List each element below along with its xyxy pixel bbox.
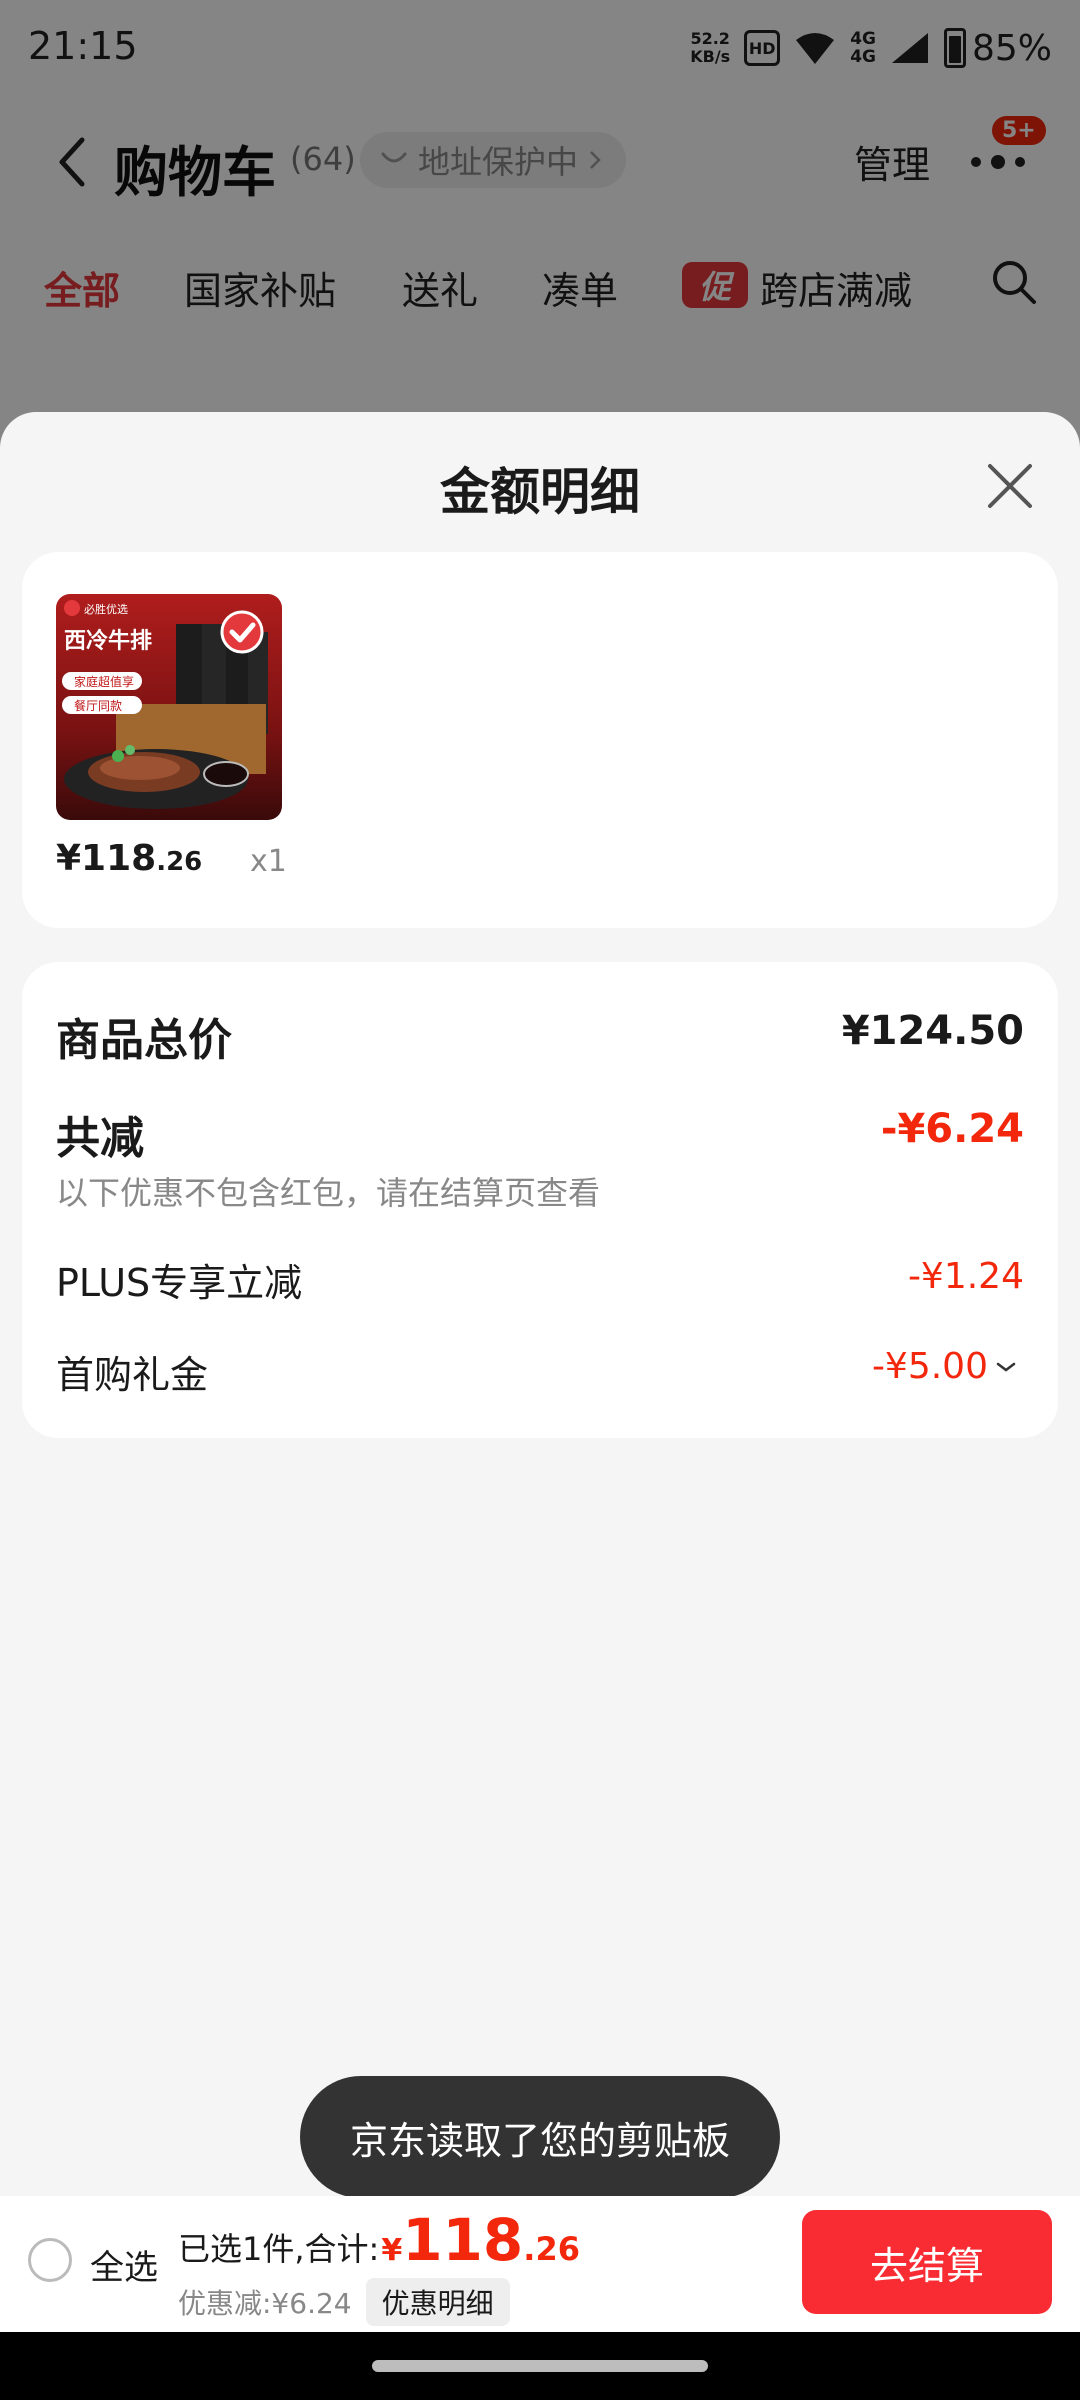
total-line: 已选1件,合计: ¥ 118 .26: [178, 2206, 580, 2274]
reduction-note: 以下优惠不包含红包，请在结算页查看: [56, 1174, 601, 1212]
discount-detail-button[interactable]: 优惠明细: [365, 2278, 510, 2326]
chevron-down-icon: [996, 1362, 1016, 1372]
sheet-title: 金额明细: [440, 463, 640, 521]
price-summary-card: 商品总价 ¥124.50 共减 -¥6.24 以下优惠不包含红包，请在结算页查看…: [22, 962, 1058, 1438]
home-indicator[interactable]: [372, 2360, 708, 2372]
selected-count-text: 已选1件,合计:: [178, 2230, 380, 2268]
total-price-value: ¥124.50: [841, 1008, 1024, 1054]
total-currency: ¥: [381, 2233, 403, 2268]
close-icon[interactable]: [986, 462, 1034, 510]
first-purchase-gift-label: 首购礼金: [56, 1353, 209, 1397]
product-price-main: ¥118: [56, 838, 157, 879]
first-purchase-gift-value: -¥5.00: [871, 1346, 988, 1387]
steak-image: 必胜优选 西冷牛排 家庭超值享 餐厅同款: [56, 594, 282, 820]
total-reduction-label: 共减: [56, 1113, 144, 1164]
product-card: 必胜优选 西冷牛排 家庭超值享 餐厅同款 ¥118.26 x1: [22, 552, 1058, 928]
total-amount: 118: [402, 2206, 524, 2274]
plus-discount-label: PLUS专享立减: [56, 1261, 303, 1305]
product-quantity: x1: [250, 844, 287, 879]
first-purchase-gift-toggle[interactable]: -¥5.00: [872, 1346, 1018, 1387]
product-price: ¥118.26: [56, 838, 202, 879]
product-image-brand: 必胜优选: [84, 602, 128, 616]
total-price-label: 商品总价: [56, 1015, 232, 1066]
clipboard-toast: 京东读取了您的剪贴板: [300, 2076, 780, 2198]
product-image-tag-2: 餐厅同款: [74, 698, 122, 713]
product-price-cents: .26: [156, 847, 203, 877]
plus-discount-value: -¥1.24: [907, 1256, 1024, 1297]
discount-line: 优惠减:¥6.24 优惠明细: [178, 2278, 510, 2326]
app-screen: 21:15 52.2 KB/s HD 4G 4G 85% 购物车 (64) 地址…: [0, 0, 1080, 2400]
total-cents: .26: [523, 2230, 580, 2268]
total-reduction-value: -¥6.24: [880, 1106, 1024, 1152]
product-image-tag-1: 家庭超值享: [74, 674, 134, 689]
checkout-bar: 全选 已选1件,合计: ¥ 118 .26 优惠减:¥6.24 优惠明细 去结算: [0, 2196, 1080, 2332]
product-image-title: 西冷牛排: [64, 628, 152, 654]
checkout-button[interactable]: 去结算: [802, 2210, 1052, 2314]
discount-amount: 优惠减:¥6.24: [178, 2287, 352, 2320]
product-image[interactable]: 必胜优选 西冷牛排 家庭超值享 餐厅同款: [56, 594, 282, 820]
select-all-label[interactable]: 全选: [90, 2240, 158, 2289]
select-all-checkbox[interactable]: [28, 2238, 72, 2282]
system-nav-bar: [0, 2332, 1080, 2400]
